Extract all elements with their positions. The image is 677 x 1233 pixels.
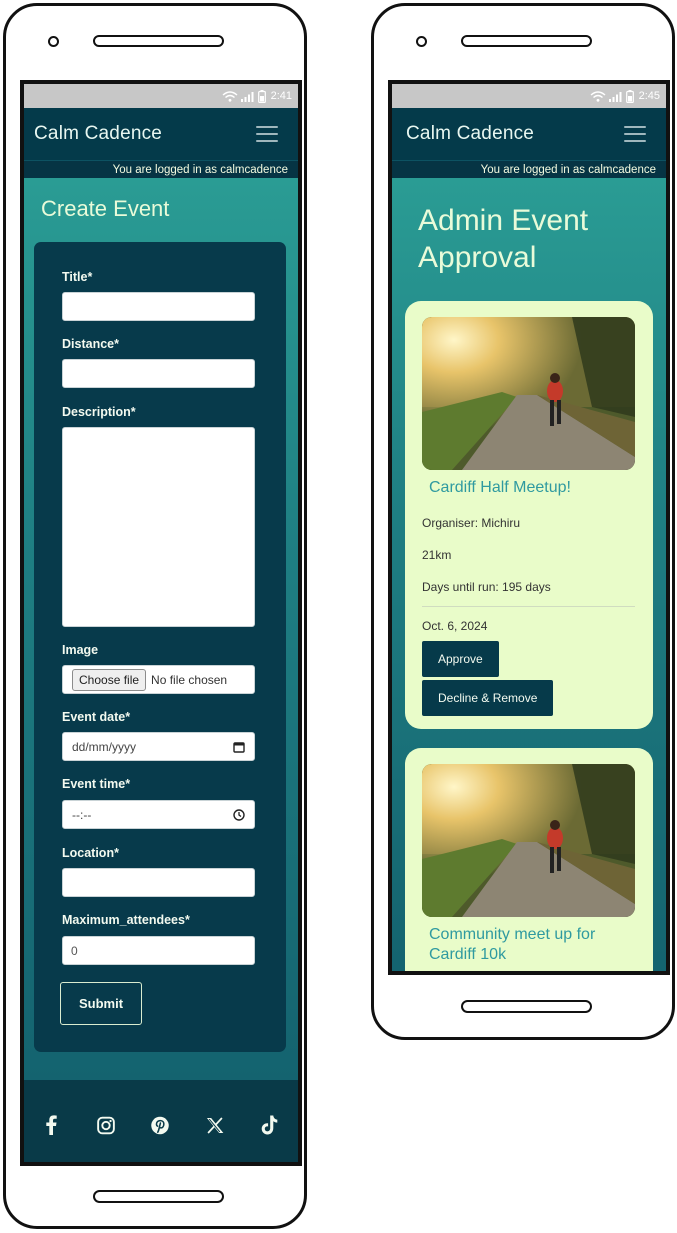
distance-label: Distance* [62, 337, 119, 351]
divider [422, 606, 635, 607]
submit-button[interactable]: Submit [60, 982, 142, 1025]
event-organiser: Organiser: Michiru [422, 516, 521, 530]
image-file-input: Choose file No file chosen [62, 665, 255, 694]
screen-right: 2:45 Calm Cadence You are logged in as c… [388, 80, 670, 975]
event-image [422, 764, 635, 917]
event-time-label: Event time* [62, 777, 131, 791]
event-date: Oct. 6, 2024 [422, 619, 488, 633]
status-bar: 2:45 [392, 84, 666, 108]
wifi-icon [590, 90, 606, 102]
signal-icon [240, 91, 254, 102]
home-button [93, 1190, 224, 1203]
event-card: Cardiff Half Meetup! Organiser: Michiru … [405, 301, 653, 729]
event-card: Community meet up for Cardiff 10k [405, 748, 653, 971]
speaker-grille [93, 35, 224, 47]
title-input[interactable] [62, 292, 255, 321]
choose-file-button[interactable]: Choose file [72, 668, 147, 691]
date-placeholder: dd/mm/yyyy [72, 739, 137, 754]
wifi-icon [222, 90, 238, 102]
signal-icon [608, 91, 622, 102]
screen-left: 2:41 Calm Cadence You are logged in as c… [20, 80, 302, 1166]
x-icon[interactable] [206, 1116, 224, 1134]
logged-in-banner: You are logged in as calmcadence [24, 160, 298, 178]
create-event-form: Title* Distance* Description* Image Choo… [34, 242, 286, 1052]
location-label: Location* [62, 846, 119, 860]
status-time: 2:41 [270, 90, 292, 102]
instagram-icon[interactable] [96, 1116, 115, 1134]
event-image [422, 317, 635, 470]
max-attendees-input[interactable] [62, 936, 255, 965]
pinterest-icon[interactable] [151, 1116, 169, 1134]
phone-frame-left: 2:41 Calm Cadence You are logged in as c… [3, 3, 307, 1229]
tiktok-icon[interactable] [260, 1115, 278, 1135]
main-content: Create Event Title* Distance* Descriptio… [24, 178, 298, 1080]
location-input[interactable] [62, 868, 255, 897]
clock-icon[interactable] [233, 808, 245, 821]
main-content: Admin Event Approval Cardiff Half Meetup… [392, 178, 666, 971]
event-time-input[interactable]: --:-- [62, 800, 255, 829]
page-title: Admin Event Approval [418, 204, 589, 274]
navbar: Calm Cadence [392, 108, 666, 160]
description-label: Description* [62, 405, 136, 419]
navbar: Calm Cadence [24, 108, 298, 160]
file-status: No file chosen [151, 672, 228, 687]
hamburger-menu-icon[interactable] [624, 126, 646, 142]
home-button [461, 1000, 592, 1013]
battery-icon [625, 89, 634, 103]
event-distance: 21km [422, 548, 452, 562]
hamburger-menu-icon[interactable] [256, 126, 278, 142]
camera-dot [48, 36, 59, 47]
speaker-grille [461, 35, 592, 47]
event-days-until: Days until run: 195 days [422, 580, 551, 594]
title-label: Title* [62, 270, 93, 284]
event-title[interactable]: Community meet up for Cardiff 10k [429, 925, 637, 965]
phone-frame-right: 2:45 Calm Cadence You are logged in as c… [371, 3, 675, 1040]
approve-button[interactable]: Approve [422, 641, 499, 677]
facebook-icon[interactable] [42, 1115, 60, 1135]
camera-dot [416, 36, 427, 47]
brand-logo[interactable]: Calm Cadence [34, 123, 162, 145]
time-placeholder: --:-- [72, 807, 92, 822]
event-details: Organiser: Michiru 21km Days until run: … [422, 516, 637, 594]
event-date-input[interactable]: dd/mm/yyyy [62, 732, 255, 761]
description-textarea[interactable] [62, 427, 255, 627]
calendar-icon[interactable] [233, 741, 245, 753]
brand-logo[interactable]: Calm Cadence [406, 123, 534, 145]
max-attendees-label: Maximum_attendees* [62, 913, 190, 927]
logged-in-banner: You are logged in as calmcadence [392, 160, 666, 178]
status-time: 2:45 [638, 90, 660, 102]
distance-input[interactable] [62, 359, 255, 388]
decline-remove-button[interactable]: Decline & Remove [422, 680, 554, 716]
battery-icon [257, 89, 266, 103]
status-bar: 2:41 [24, 84, 298, 108]
page-title: Create Event [41, 196, 170, 221]
image-label: Image [62, 643, 99, 657]
event-date-label: Event date* [62, 710, 131, 724]
event-title[interactable]: Cardiff Half Meetup! [429, 478, 637, 498]
footer-social-links [24, 1080, 298, 1162]
